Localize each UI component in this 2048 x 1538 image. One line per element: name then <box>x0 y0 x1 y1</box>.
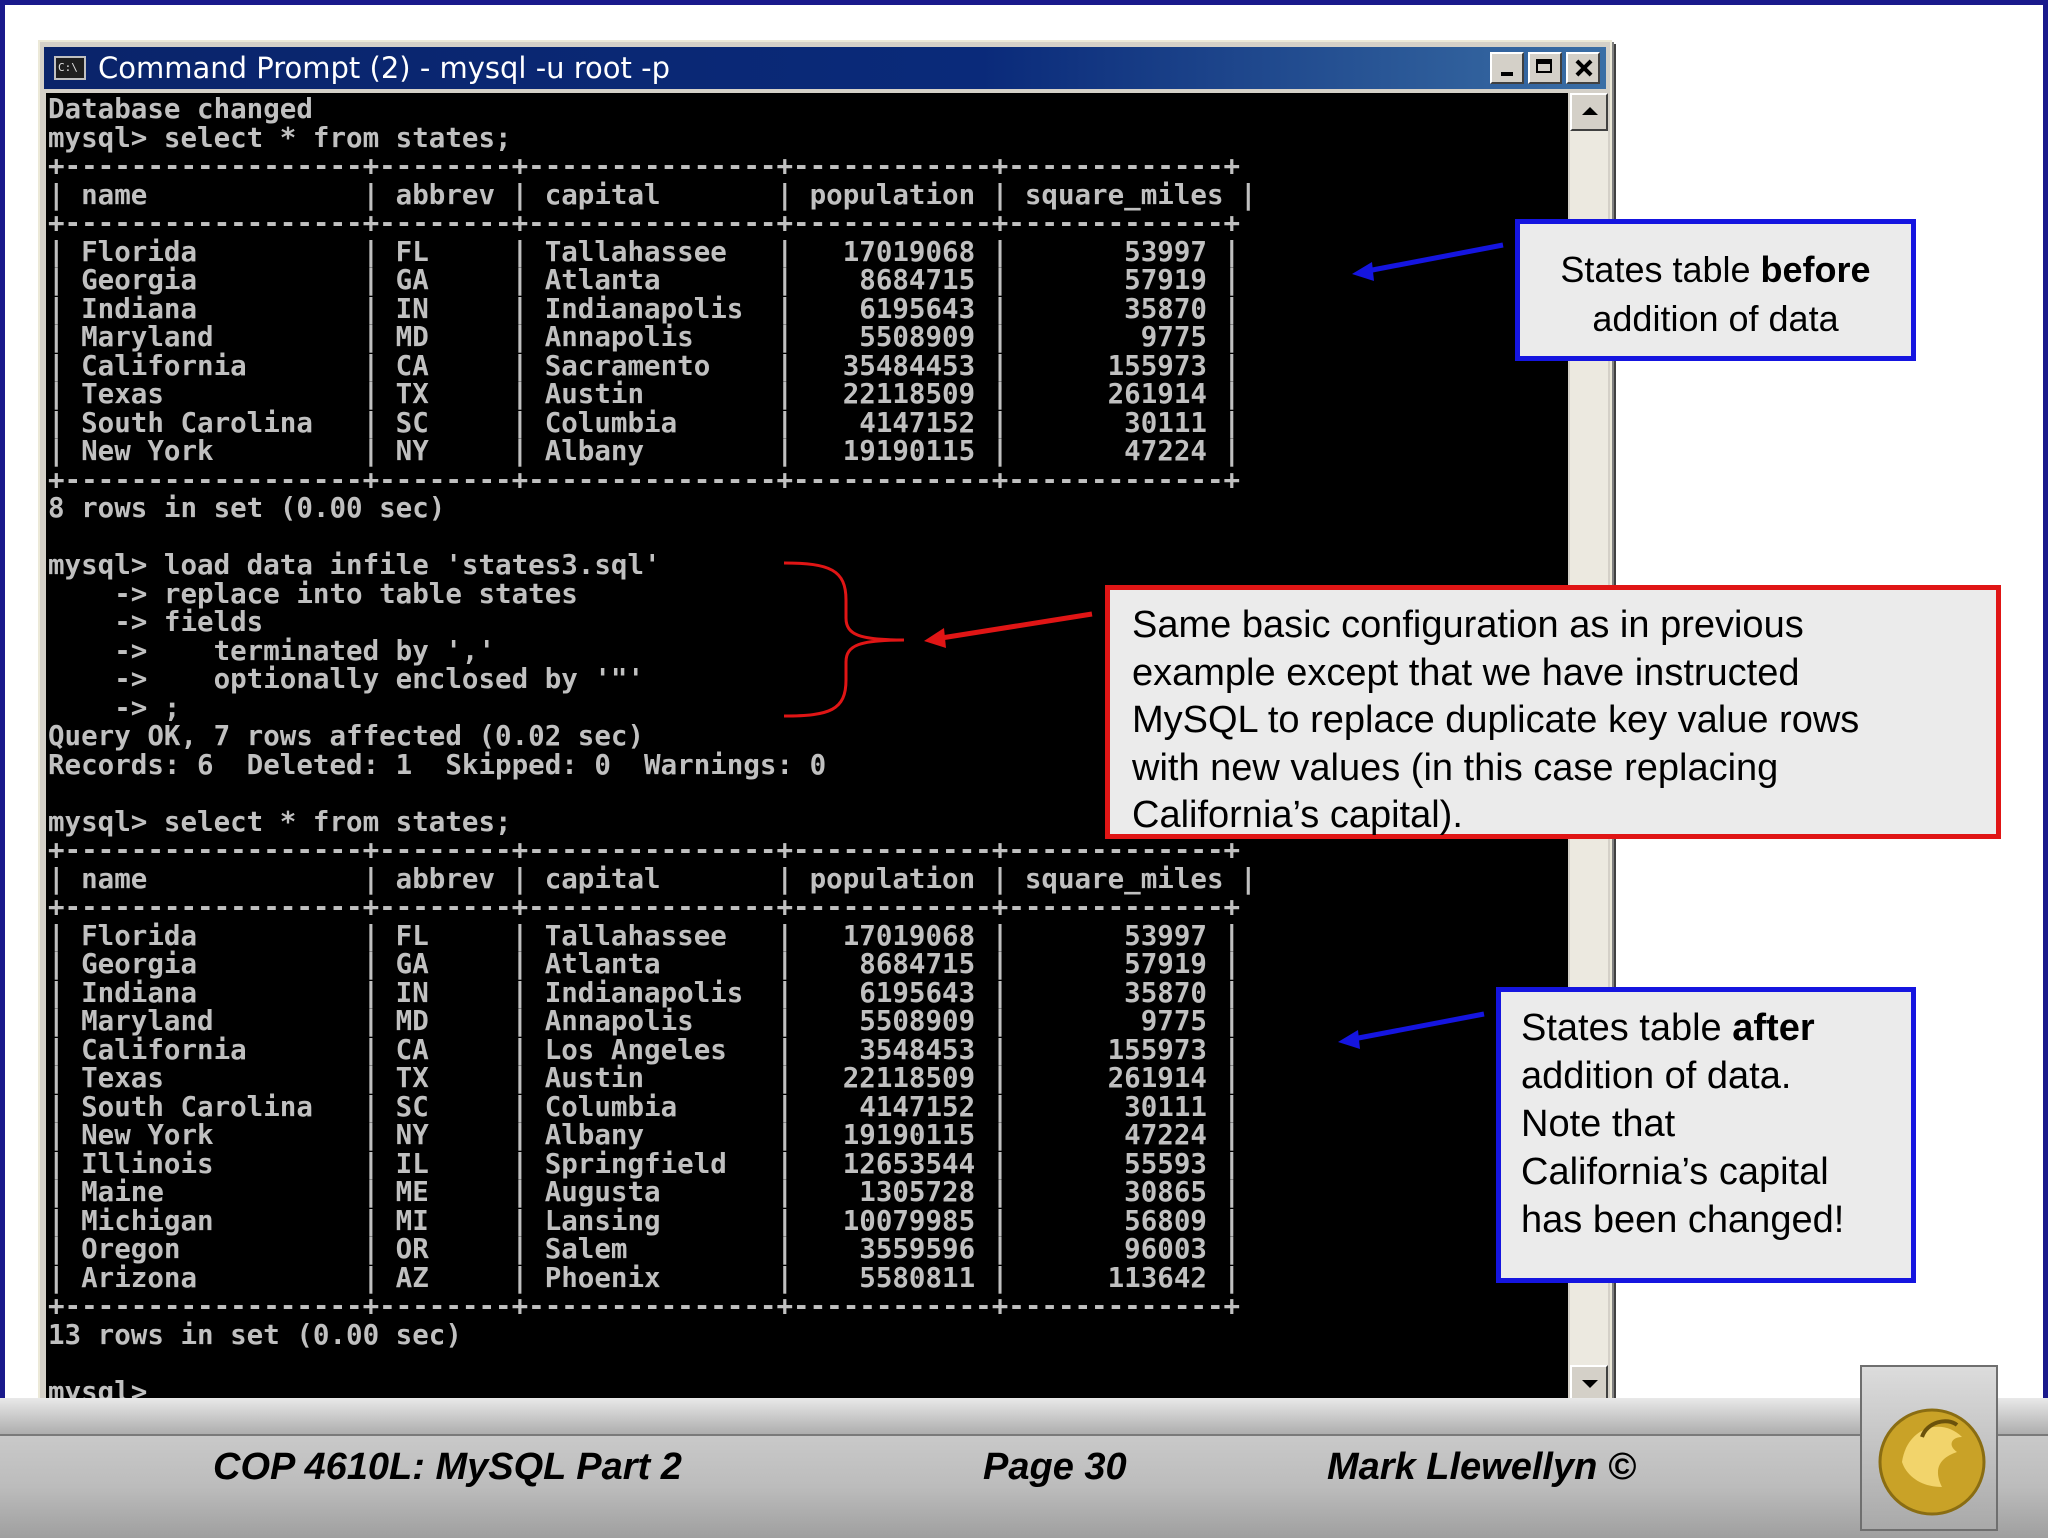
callout-before-text: States table <box>1560 249 1761 290</box>
callout-after-text: States table <box>1521 1007 1733 1049</box>
callout-after-emphasis: after <box>1732 1007 1815 1049</box>
console-line: | Maryland | MD | Annapolis | 5508909 | … <box>48 1005 1241 1037</box>
console-line: | Illinois | IL | Springfield | 12653544… <box>48 1147 1241 1180</box>
console-line: | Florida | FL | Tallahassee | 17019068 … <box>48 919 1241 952</box>
console-line: +------------------+--------+-----------… <box>48 891 1241 923</box>
console-line: | Texas | TX | Austin | 22118509 | 26191… <box>48 1062 1241 1094</box>
window-title: Command Prompt (2) - mysql -u root -p <box>98 51 670 85</box>
console-line: | California | CA | Sacramento | 3548445… <box>48 349 1241 382</box>
console-line: | name | abbrev | capital | population |… <box>48 178 1257 211</box>
console-line: | Maine | ME | Augusta | 1305728 | 30865… <box>48 1176 1241 1208</box>
console-line: | Indiana | IN | Indianapolis | 6195643 … <box>48 976 1241 1009</box>
maximize-button[interactable] <box>1528 52 1562 84</box>
console-line: | Florida | FL | Tallahassee | 17019068 … <box>48 235 1241 268</box>
footer-course: COP 4610L: MySQL Part 2 <box>213 1446 682 1488</box>
console-line: 8 rows in set (0.00 sec) <box>48 492 446 524</box>
console-line: +------------------+--------+-----------… <box>48 463 1241 496</box>
scroll-up-icon[interactable] <box>1570 93 1608 131</box>
console-line: Query OK, 7 rows affected (0.02 sec) <box>48 720 645 752</box>
console-line: | Oregon | OR | Salem | 3559596 | 96003 … <box>48 1233 1241 1265</box>
footer-page-number: Page 30 <box>983 1446 1127 1488</box>
console-line: 13 rows in set (0.00 sec) <box>48 1318 462 1351</box>
console-line: | California | CA | Los Angeles | 354845… <box>48 1033 1241 1066</box>
title-bar[interactable]: C:\ Command Prompt (2) - mysql -u root -… <box>44 47 1606 89</box>
console-line: +------------------+--------+-----------… <box>48 150 1241 182</box>
callout-after-line1: States table after <box>1521 1004 1911 1052</box>
callout-before-line1: States table before <box>1520 245 1911 294</box>
callout-after-line: addition of data. <box>1521 1055 1792 1097</box>
callout-before-line2: addition of data <box>1592 298 1839 339</box>
console-line: | Maryland | MD | Annapolis | 5508909 | … <box>48 321 1241 353</box>
console-line: -> fields <box>48 606 264 638</box>
console-line: -> terminated by ',' <box>48 634 496 667</box>
callout-before-emphasis: before <box>1760 249 1871 290</box>
console-line: -> replace into table states <box>48 577 578 610</box>
console-line: mysql> load data infile 'states3.sql' <box>48 549 661 581</box>
callout-config-line: MySQL to replace duplicate key value row… <box>1132 699 1860 741</box>
console-line: +------------------+--------+-----------… <box>48 1290 1241 1322</box>
console-line: | Georgia | GA | Atlanta | 8684715 | 579… <box>48 948 1241 980</box>
console-line: | South Carolina | SC | Columbia | 41471… <box>48 406 1241 439</box>
console-line: mysql> select * from states; <box>48 121 512 154</box>
console-line: +------------------+--------+-----------… <box>48 834 1241 866</box>
callout-after-line: Note that <box>1521 1103 1676 1145</box>
minimize-button[interactable] <box>1490 52 1524 84</box>
close-button[interactable] <box>1566 52 1600 84</box>
console-line: Database changed <box>48 93 313 125</box>
pegasus-icon <box>1878 1408 1986 1516</box>
footer-band <box>0 1398 2048 1438</box>
console-line: | South Carolina | SC | Columbia | 41471… <box>48 1090 1241 1123</box>
ucf-pegasus-logo <box>1860 1365 1998 1531</box>
console-line: | Michigan | MI | Lansing | 10079985 | 5… <box>48 1204 1241 1237</box>
console-line: | Arizona | AZ | Phoenix | 5580811 | 113… <box>48 1261 1241 1294</box>
console-line: mysql> select * from states; <box>48 805 512 838</box>
console-line: | Indiana | IN | Indianapolis | 6195643 … <box>48 292 1241 325</box>
console-line: -> optionally enclosed by '"' <box>48 663 645 695</box>
callout-config-line: example except that we have instructed <box>1132 651 1800 694</box>
console-line: | Georgia | GA | Atlanta | 8684715 | 579… <box>48 264 1241 296</box>
console-line: +------------------+--------+-----------… <box>48 207 1241 239</box>
callout-before: States table before addition of data <box>1515 219 1916 361</box>
callout-after-line: has been changed! <box>1521 1199 1845 1241</box>
console-line: | name | abbrev | capital | population |… <box>48 862 1257 895</box>
console-line: | New York | NY | Albany | 19190115 | 47… <box>48 1119 1241 1151</box>
callout-config-line: California’s capital). <box>1132 794 1463 836</box>
callout-config-line: with new values (in this case replacing <box>1132 746 1779 789</box>
callout-config-line: Same basic configuration as in previous <box>1132 604 1804 646</box>
console-line: | New York | NY | Albany | 19190115 | 47… <box>48 435 1241 467</box>
cmd-icon[interactable]: C:\ <box>54 56 86 80</box>
console-line: | Texas | TX | Austin | 22118509 | 26191… <box>48 378 1241 410</box>
console-line: -> ; <box>48 691 181 724</box>
footer-author: Mark Llewellyn © <box>1327 1446 1636 1488</box>
callout-after-line: California’s capital <box>1521 1151 1829 1193</box>
callout-after: States table after addition of data. Not… <box>1496 987 1916 1283</box>
callout-same-config: Same basic configuration as in previous … <box>1105 585 2001 839</box>
console-line: Records: 6 Deleted: 1 Skipped: 0 Warning… <box>48 748 827 781</box>
